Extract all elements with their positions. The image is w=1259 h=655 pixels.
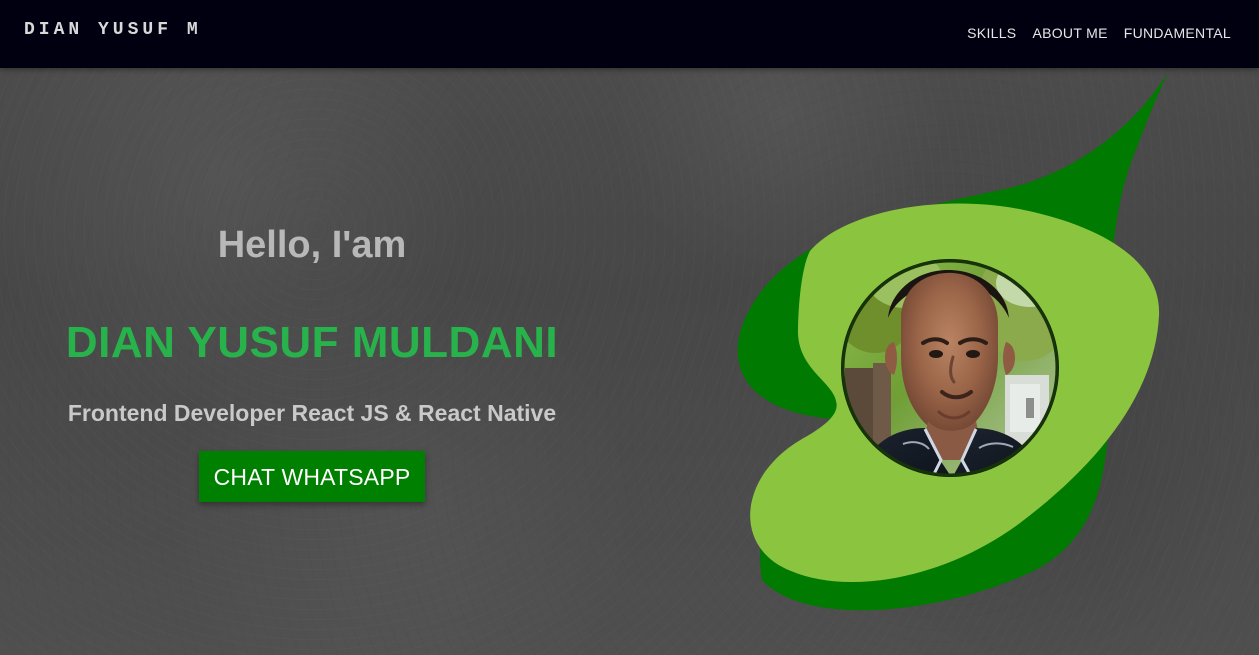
landing-page: DIAN YUSUF M SKILLS ABOUT ME FUNDAMENTAL… (0, 0, 1259, 655)
profile-visual (700, 68, 1200, 628)
navigation-links: SKILLS ABOUT ME FUNDAMENTAL (967, 25, 1231, 41)
nav-link-skills[interactable]: SKILLS (967, 25, 1016, 41)
role-text: Frontend Developer React JS & React Nati… (67, 400, 557, 426)
brand-logo-text[interactable]: DIAN YUSUF M (24, 20, 202, 40)
top-navbar: DIAN YUSUF M SKILLS ABOUT ME FUNDAMENTAL (0, 0, 1259, 68)
chat-whatsapp-button[interactable]: CHAT WHATSAPP (199, 451, 425, 502)
person-name: DIAN YUSUF MULDANI (65, 318, 559, 367)
nav-link-fundamental[interactable]: FUNDAMENTAL (1124, 25, 1231, 41)
leaf-portrait-graphic (737, 72, 1168, 611)
greeting-text: Hello, I'am (217, 224, 407, 266)
hero-intro: Hello, I'am DIAN YUSUF MULDANI Frontend … (0, 68, 624, 655)
nav-link-about-me[interactable]: ABOUT ME (1032, 25, 1107, 41)
